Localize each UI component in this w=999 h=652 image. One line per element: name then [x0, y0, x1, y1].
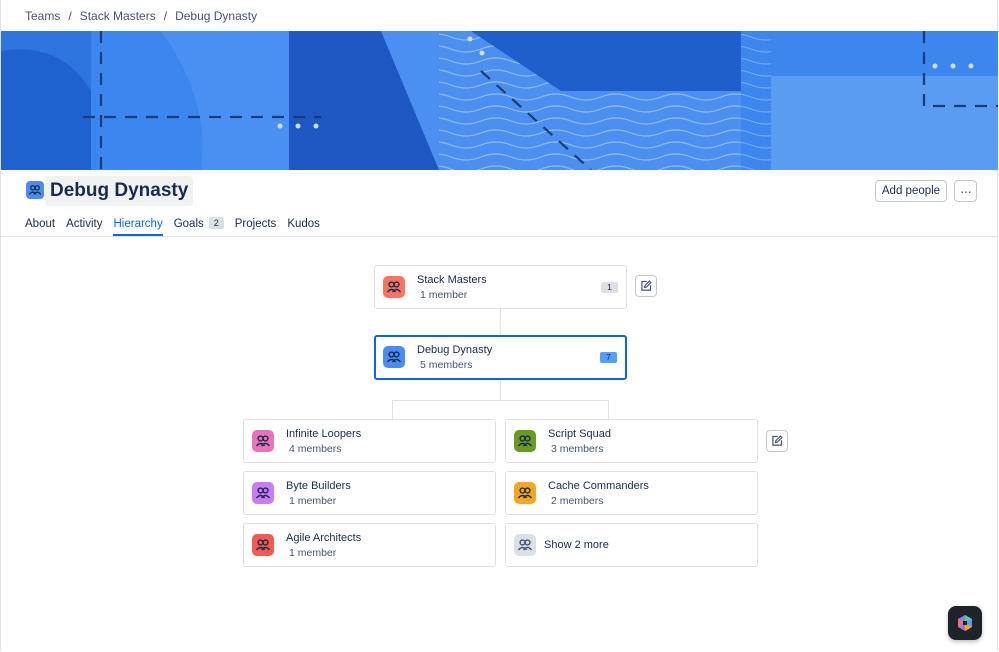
- hierarchy-connector: [392, 400, 609, 401]
- tab-label: About: [25, 218, 56, 230]
- team-name: Script Squad: [548, 428, 611, 440]
- team-avatar: [383, 276, 405, 298]
- team-avatar: [514, 430, 536, 452]
- team-banner: [1, 31, 998, 170]
- team-name: Stack Masters: [417, 274, 487, 286]
- tab-label: Hierarchy: [113, 218, 163, 230]
- team-name: Byte Builders: [286, 480, 351, 492]
- child-team-card[interactable]: Cache Commanders 2 members: [505, 471, 758, 515]
- team-icon: [255, 487, 271, 499]
- team-icon: [517, 539, 533, 551]
- tab-activity[interactable]: Activity: [66, 217, 102, 236]
- tab-hierarchy[interactable]: Hierarchy: [113, 217, 163, 236]
- breadcrumb-separator: /: [68, 9, 72, 23]
- page-title[interactable]: Debug Dynasty: [45, 176, 194, 206]
- team-icon: [386, 281, 402, 293]
- team-name: Agile Architects: [286, 532, 362, 544]
- tab-projects[interactable]: Projects: [235, 217, 277, 236]
- hierarchy-connector: [500, 309, 501, 336]
- goals-count-badge: 2: [208, 217, 224, 229]
- team-member-count: 2 members: [551, 495, 604, 507]
- team-avatar: [514, 482, 536, 504]
- team-count-badge: 7: [600, 352, 617, 363]
- banner-pattern: [1, 31, 998, 170]
- show-more-label: Show 2 more: [544, 539, 609, 551]
- team-member-count: 5 members: [420, 359, 473, 371]
- team-name: Debug Dynasty: [417, 344, 493, 356]
- tab-about[interactable]: About: [25, 217, 55, 236]
- edit-parent-button[interactable]: [635, 275, 657, 297]
- team-avatar: [252, 534, 274, 556]
- tab-label: Kudos: [287, 218, 320, 230]
- help-button[interactable]: [948, 606, 982, 640]
- team-avatar: [252, 430, 274, 452]
- tabs-divider: [1, 236, 998, 237]
- parent-team-card[interactable]: Stack Masters 1 member 1: [374, 265, 627, 309]
- team-icon: [255, 435, 271, 447]
- current-team-card[interactable]: Debug Dynasty 5 members 7: [374, 335, 627, 380]
- tab-kudos[interactable]: Kudos: [287, 217, 320, 236]
- tab-label: Activity: [66, 218, 103, 230]
- team-icon: [26, 181, 44, 199]
- tab-label: Projects: [234, 218, 277, 230]
- child-team-card[interactable]: Infinite Loopers 4 members: [243, 419, 496, 463]
- child-team-card[interactable]: Agile Architects 1 member: [243, 523, 496, 567]
- breadcrumb-stack-masters[interactable]: Stack Masters: [80, 9, 156, 23]
- team-icon: [517, 487, 533, 499]
- team-avatar: [383, 346, 405, 368]
- hierarchy-connector: [392, 400, 393, 419]
- breadcrumb-teams[interactable]: Teams: [25, 9, 60, 23]
- add-people-button[interactable]: Add people: [875, 180, 947, 202]
- tab-label: Goals: [173, 218, 204, 230]
- team-avatar: [514, 534, 536, 556]
- breadcrumb: Teams / Stack Masters / Debug Dynasty: [25, 9, 257, 23]
- edit-icon: [641, 280, 652, 291]
- team-avatar: [252, 482, 274, 504]
- team-member-count: 3 members: [551, 443, 604, 455]
- team-member-count: 1 member: [420, 289, 468, 301]
- more-options-button[interactable]: ···: [954, 180, 977, 202]
- hierarchy-connector: [500, 380, 501, 401]
- team-member-count: 1 member: [289, 547, 337, 559]
- team-icon: [386, 351, 402, 363]
- help-icon: [958, 615, 972, 631]
- team-icon: [255, 539, 271, 551]
- team-member-count: 1 member: [289, 495, 337, 507]
- team-tabs: About Activity Hierarchy Goals 2 Projects…: [25, 217, 331, 236]
- more-icon: ···: [960, 183, 972, 199]
- tab-goals[interactable]: Goals 2: [174, 217, 224, 236]
- hierarchy-connector: [608, 400, 609, 419]
- edit-children-button[interactable]: [766, 430, 788, 452]
- team-icon: [517, 435, 533, 447]
- child-team-card[interactable]: Byte Builders 1 member: [243, 471, 496, 515]
- team-name: Infinite Loopers: [286, 428, 362, 440]
- breadcrumb-debug-dynasty[interactable]: Debug Dynasty: [175, 9, 257, 23]
- team-member-count: 4 members: [289, 443, 342, 455]
- show-more-card[interactable]: Show 2 more: [505, 523, 758, 567]
- breadcrumb-separator: /: [163, 9, 168, 23]
- edit-icon: [772, 435, 783, 446]
- team-icon: [28, 185, 42, 195]
- team-name: Cache Commanders: [548, 480, 649, 492]
- team-count-badge: 1: [601, 282, 618, 293]
- child-team-card[interactable]: Script Squad 3 members: [505, 419, 758, 463]
